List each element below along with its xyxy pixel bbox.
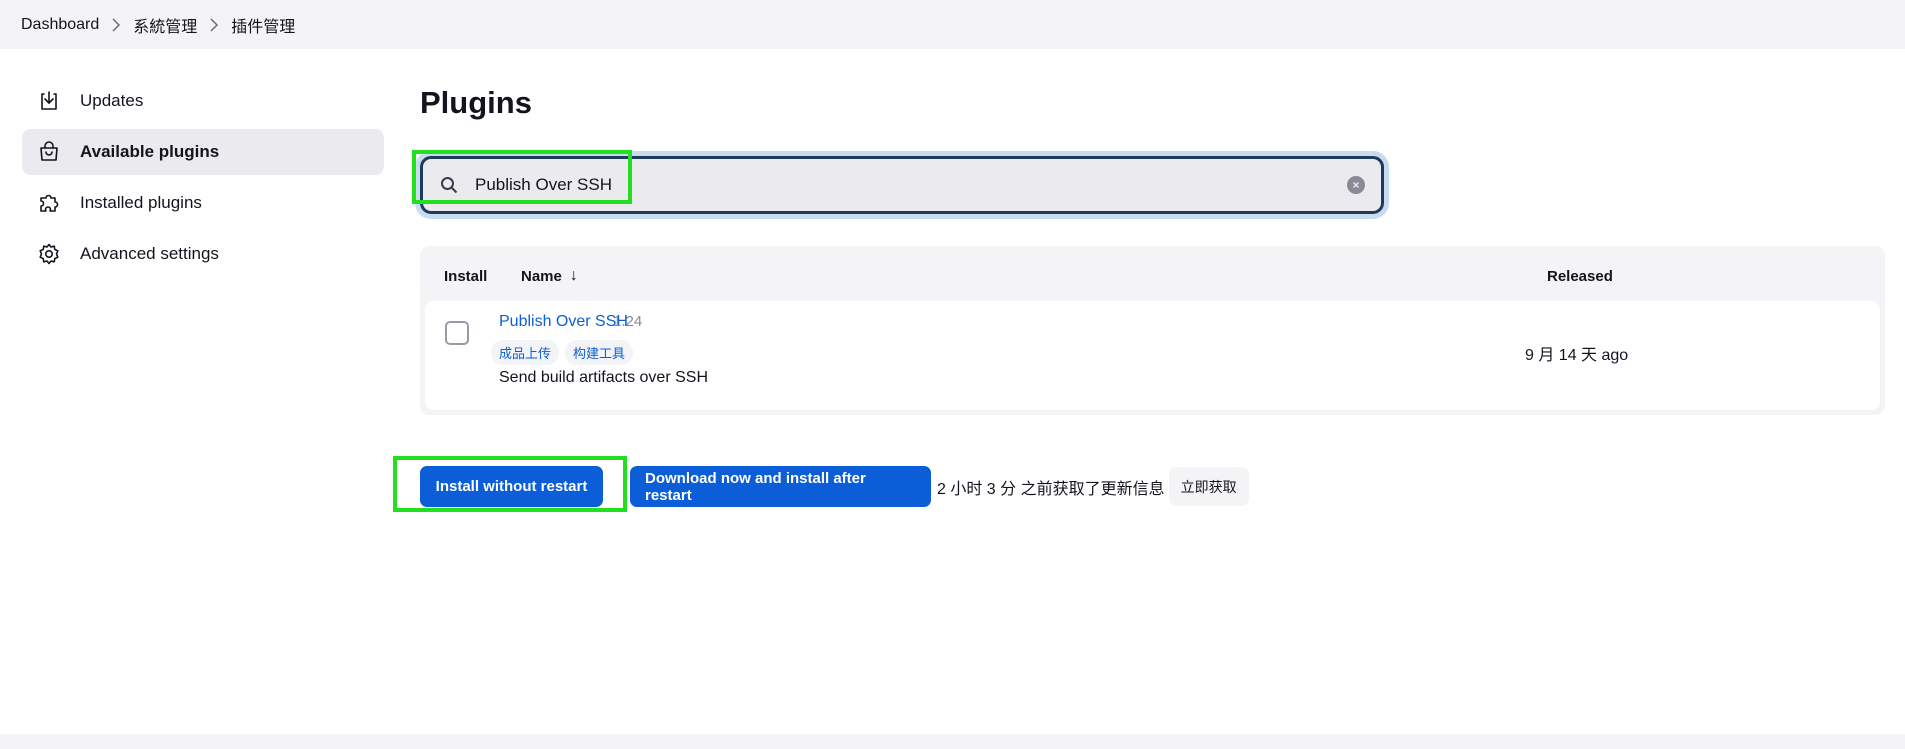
shopping-bag-icon [36, 139, 62, 165]
puzzle-icon [36, 190, 62, 216]
sidebar: Updates Available plugins Installed plug… [22, 78, 384, 282]
check-now-button[interactable]: 立即获取 [1168, 467, 1249, 506]
breadcrumb: Dashboard 系統管理 插件管理 [0, 0, 1905, 49]
gear-icon [36, 241, 62, 267]
breadcrumb-plugin-management[interactable]: 插件管理 [231, 13, 295, 37]
plugin-tag[interactable]: 成品上传 [491, 340, 560, 365]
sidebar-item-advanced-settings[interactable]: Advanced settings [22, 231, 384, 277]
sidebar-item-updates[interactable]: Updates [22, 78, 384, 124]
sidebar-item-label: Installed plugins [80, 193, 202, 212]
download-icon [36, 88, 62, 114]
plugin-description: Send build artifacts over SSH [499, 369, 708, 386]
breadcrumb-system-management[interactable]: 系統管理 [133, 13, 197, 37]
column-header-released[interactable]: Released [1547, 268, 1613, 285]
column-header-install: Install [444, 267, 488, 285]
plugin-tag[interactable]: 构建工具 [565, 340, 634, 365]
download-install-after-restart-button[interactable]: Download now and install after restart [630, 466, 931, 507]
chevron-right-icon [197, 17, 231, 32]
sidebar-item-label: Advanced settings [80, 244, 219, 263]
sidebar-item-label: Available plugins [80, 142, 220, 161]
footer [0, 734, 1905, 749]
sidebar-item-available-plugins[interactable]: Available plugins [22, 129, 384, 175]
sidebar-item-label: Updates [80, 91, 144, 110]
install-checkbox[interactable] [445, 321, 469, 345]
plugin-released: 9 月 14 天 ago [1525, 347, 1629, 364]
update-info-text: 2 小时 3 分 之前获取了更新信息 [937, 480, 1165, 498]
plugins-table: Install Name ↓ Released Publish Over SSH… [420, 246, 1885, 415]
plugin-name-link[interactable]: Publish Over SSH [499, 313, 628, 331]
sort-arrow-down-icon: ↓ [569, 267, 578, 284]
plugin-version: 1.24 [613, 313, 643, 330]
plugin-tags: 成品上传 构建工具 [491, 340, 639, 365]
column-header-name[interactable]: Name ↓ [521, 267, 578, 285]
search-highlight-box [412, 150, 632, 204]
breadcrumb-dashboard[interactable]: Dashboard [21, 16, 99, 34]
sidebar-item-installed-plugins[interactable]: Installed plugins [22, 180, 384, 226]
clear-icon[interactable]: × [1347, 176, 1365, 194]
page-title: Plugins [420, 85, 532, 120]
table-header: Install Name ↓ Released [425, 251, 1880, 301]
table-row: Publish Over SSH 1.24 成品上传 构建工具 Send bui… [425, 301, 1880, 410]
install-button-highlight-box [393, 456, 627, 512]
main-content: Plugins × Install Name ↓ Released Publis… [393, 85, 1885, 512]
column-header-name-label: Name [521, 267, 562, 285]
chevron-right-icon [99, 17, 133, 32]
